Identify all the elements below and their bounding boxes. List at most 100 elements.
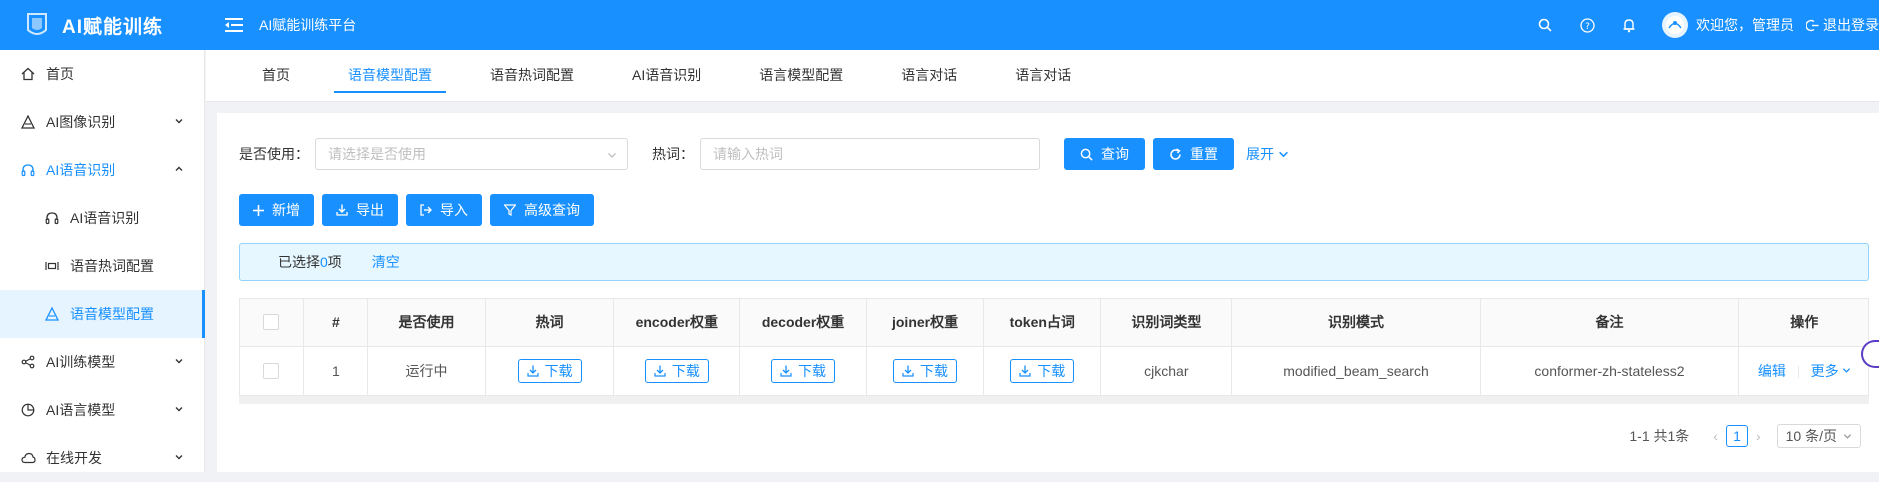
edit-link[interactable]: 编辑 [1758, 363, 1786, 379]
hotword-icon [44, 258, 60, 274]
reset-button[interactable]: 重置 [1153, 138, 1234, 170]
selection-count: 0 [320, 254, 328, 270]
advanced-query-button[interactable]: 高级查询 [490, 194, 594, 226]
download-label: 下载 [671, 362, 700, 379]
selection-alert: 已选择 0 项 清空 [239, 243, 1869, 281]
chevron-down-icon [175, 455, 183, 460]
sidebar-item-label: AI图像识别 [46, 114, 116, 130]
sidebar-item-label: 语音模型配置 [70, 306, 154, 322]
token-download-button[interactable]: 下载 [1010, 358, 1075, 383]
sidebar-subitem-hotword-config[interactable]: 语音热词配置 [0, 242, 204, 290]
cell-token: 下载 [983, 346, 1102, 396]
advanced-query-label: 高级查询 [524, 202, 580, 218]
query-button[interactable]: 查询 [1064, 138, 1145, 170]
add-label: 新增 [272, 202, 300, 218]
toolbar: 新增 导出 导入 高级查询 [239, 194, 594, 226]
header-token: token占词 [983, 298, 1102, 347]
table-header-row: # 是否使用 热词 encoder权重 decoder权重 joiner权重 t… [239, 298, 1869, 347]
use-label: 是否使用： [239, 146, 309, 162]
help-icon[interactable]: ? [1566, 0, 1608, 50]
export-button[interactable]: 导出 [322, 194, 398, 226]
svg-text:?: ? [1585, 22, 1590, 32]
model-icon [44, 306, 60, 322]
tab-language-dialog-2[interactable]: 语言对话 [1001, 49, 1085, 101]
search-icon[interactable] [1524, 0, 1566, 50]
user-menu[interactable]: 欢迎您，管理员 [1662, 12, 1794, 38]
sidebar-item-online-dev[interactable]: 在线开发 [0, 434, 204, 482]
header-index: # [303, 298, 369, 347]
action-divider [1797, 365, 1799, 378]
prev-page-icon[interactable]: ‹ [1713, 428, 1718, 444]
sidebar-item-label: AI训练模型 [46, 354, 116, 370]
hotword-input[interactable] [700, 138, 1040, 170]
tab-model-config[interactable]: 语音模型配置 [334, 49, 446, 101]
use-select[interactable]: 请选择是否使用 [315, 138, 628, 170]
encoder-download-button[interactable]: 下载 [644, 358, 709, 383]
chevron-down-icon [1842, 368, 1850, 373]
expand-link[interactable]: 展开 [1246, 144, 1289, 164]
tab-language-model-config[interactable]: 语言模型配置 [745, 49, 857, 101]
sidebar-item-label: 语音热词配置 [70, 258, 154, 274]
joiner-download-button[interactable]: 下载 [893, 358, 958, 383]
next-page-icon[interactable]: › [1756, 428, 1761, 444]
sidebar-item-image-recognition[interactable]: AI图像识别 [0, 98, 204, 146]
header-actions: 操作 [1738, 298, 1869, 347]
header-joiner-weight: joiner权重 [866, 298, 985, 347]
chevron-down-icon [175, 359, 183, 364]
chevron-down-icon [175, 407, 183, 412]
bell-icon[interactable] [1608, 0, 1650, 50]
header-encoder-weight: encoder权重 [613, 298, 741, 347]
header-remark: 备注 [1480, 298, 1740, 347]
sidebar-item-home[interactable]: 首页 [0, 50, 204, 98]
select-all-checkbox[interactable] [263, 314, 280, 331]
sidebar-item-label: AI语音识别 [70, 210, 140, 226]
page-number-current[interactable]: 1 [1725, 425, 1748, 447]
pagination-total: 1-1 共1条 [1629, 428, 1690, 444]
home-icon [20, 66, 36, 82]
download-icon [654, 365, 666, 377]
table-horizontal-scrollbar[interactable] [239, 396, 1869, 404]
logout-icon [1806, 19, 1819, 31]
cell-decoder: 下载 [739, 346, 867, 396]
welcome-text: 欢迎您，管理员 [1696, 17, 1794, 33]
headset-icon [20, 162, 36, 178]
tab-home[interactable]: 首页 [248, 49, 304, 101]
download-label: 下载 [798, 362, 827, 379]
selection-prefix: 已选择 [278, 254, 320, 270]
sidebar-subitem-speech-recognition[interactable]: AI语音识别 [0, 194, 204, 242]
use-select-placeholder: 请选择是否使用 [328, 146, 426, 162]
cell-word-type: cjkchar [1100, 346, 1233, 396]
hotword-download-button[interactable]: 下载 [517, 358, 582, 383]
download-icon [526, 365, 539, 377]
tab-speech-recognition[interactable]: AI语音识别 [618, 49, 715, 101]
decoder-download-button[interactable]: 下载 [771, 358, 836, 383]
logout-button[interactable]: 退出登录 [1806, 15, 1879, 35]
chevron-down-icon [608, 153, 616, 158]
tab-language-dialog[interactable]: 语言对话 [887, 49, 971, 101]
page-size-select[interactable]: 10 条/页 [1776, 424, 1861, 448]
sidebar-item-language-model[interactable]: AI语言模型 [0, 386, 204, 434]
row-checkbox[interactable] [263, 363, 280, 380]
header-mode: 识别模式 [1231, 298, 1481, 347]
menu-fold-icon[interactable] [223, 14, 245, 36]
sidebar-subitem-model-config[interactable]: 语音模型配置 [0, 290, 205, 338]
cell-status: 运行中 [367, 346, 486, 396]
add-button[interactable]: 新增 [239, 194, 314, 226]
tab-hotword-config[interactable]: 语音热词配置 [476, 49, 588, 101]
image-recognition-icon [20, 114, 36, 130]
sidebar-item-speech-recognition[interactable]: AI语音识别 [0, 146, 204, 194]
download-icon [336, 204, 348, 216]
top-bar: AI赋能训练 AI赋能训练平台 ? 欢迎您，管理员 退出登录 [0, 0, 1879, 50]
cell-encoder: 下载 [613, 346, 741, 396]
expand-label: 展开 [1246, 146, 1274, 162]
sidebar-item-label: AI语言模型 [46, 402, 116, 418]
header-word-type: 识别词类型 [1100, 298, 1233, 347]
sidebar-item-training-model[interactable]: AI训练模型 [0, 338, 204, 386]
more-dropdown[interactable]: 更多 [1811, 361, 1851, 381]
download-label: 下载 [544, 362, 573, 379]
import-button[interactable]: 导入 [406, 194, 482, 226]
more-label: 更多 [1810, 362, 1839, 379]
logo-icon [27, 13, 47, 35]
clear-selection-link[interactable]: 清空 [372, 252, 400, 272]
chevron-down-icon [1843, 433, 1852, 439]
